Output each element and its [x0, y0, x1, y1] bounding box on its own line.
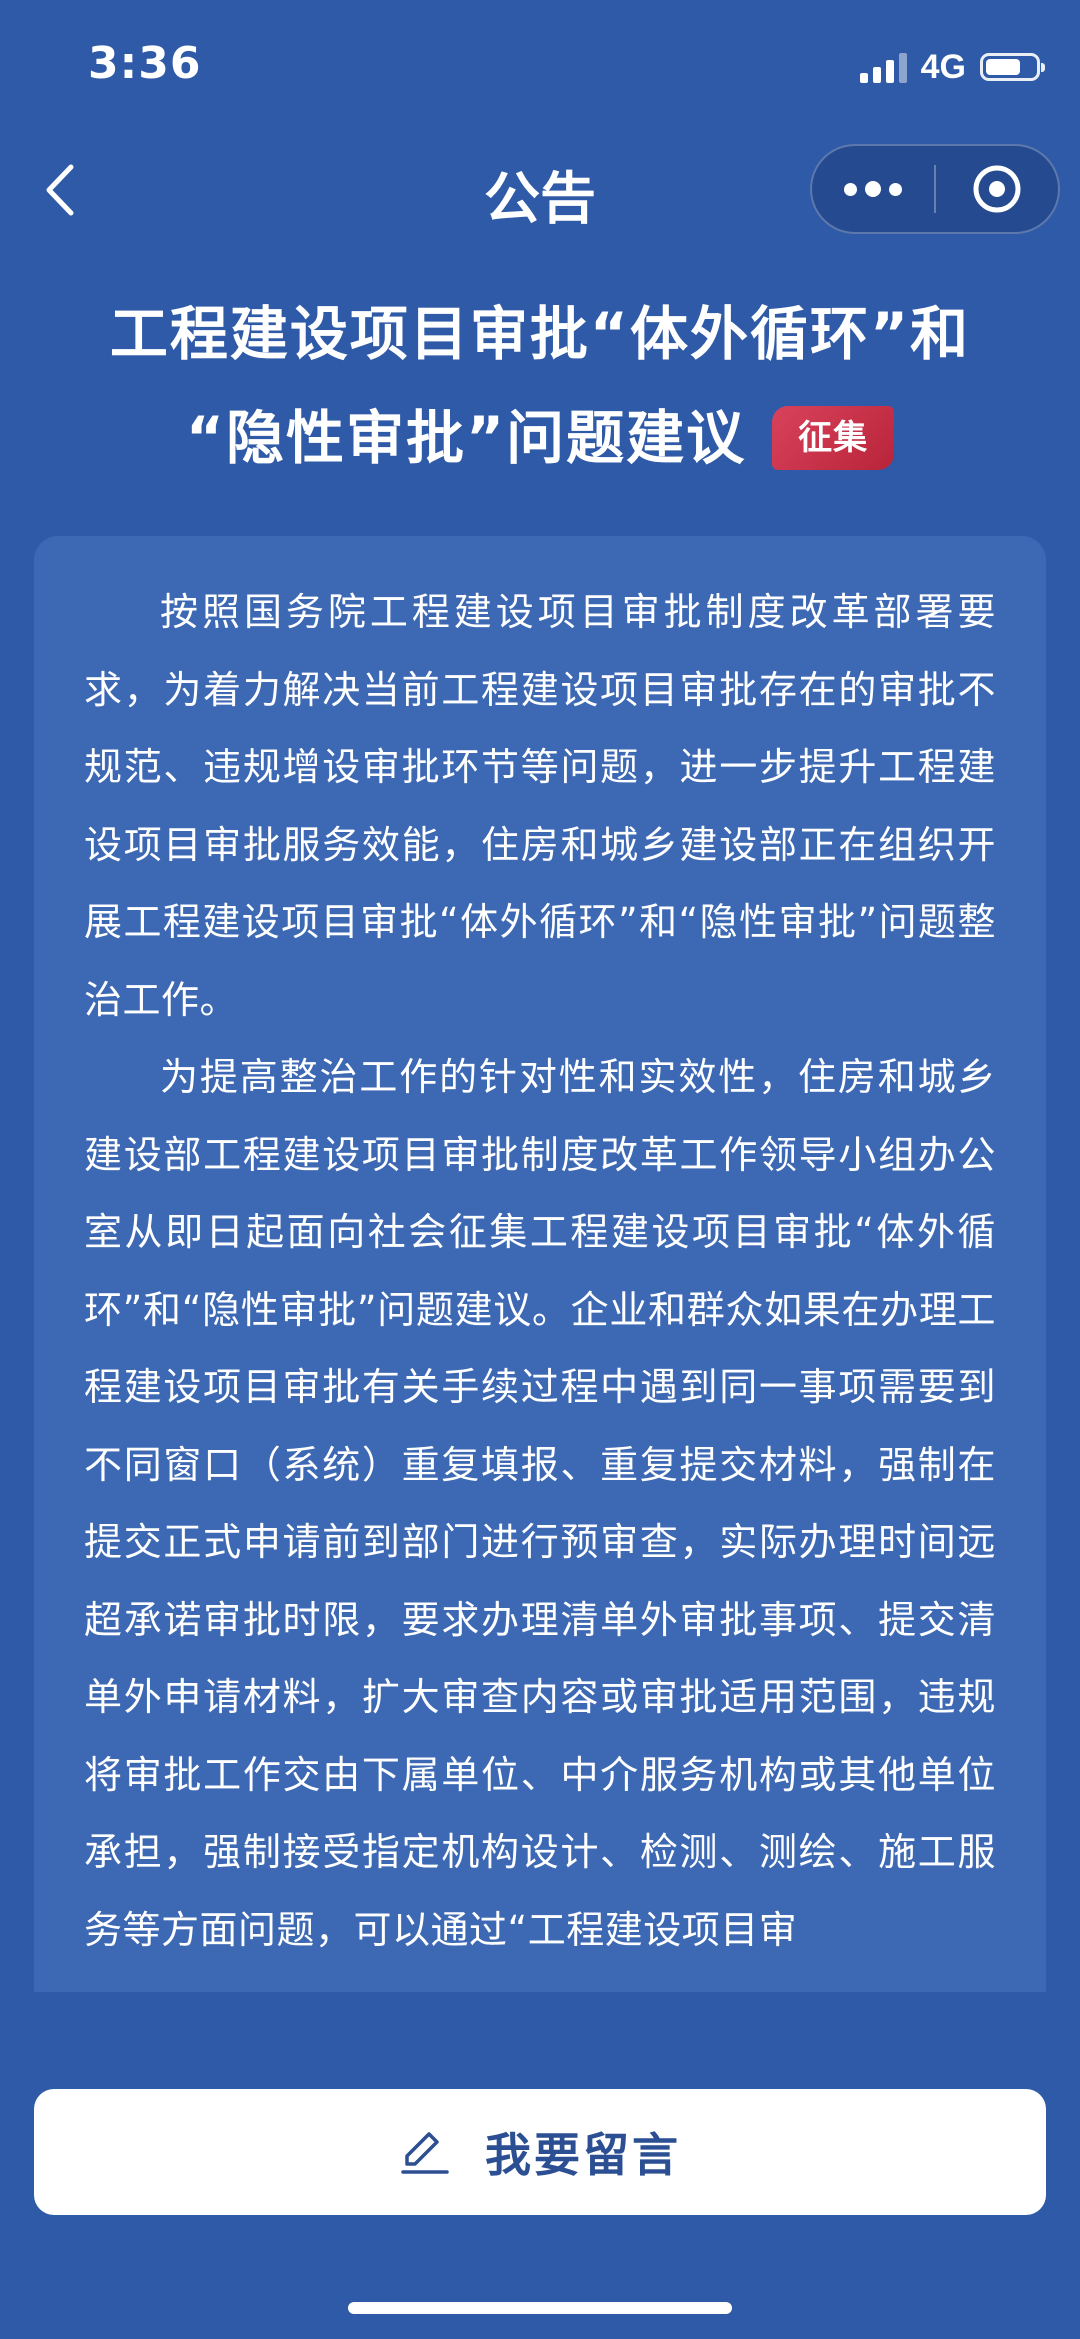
battery-icon: [980, 53, 1045, 81]
leave-comment-label: 我要留言: [485, 2128, 681, 2182]
signal-icon: [859, 51, 907, 83]
edit-icon: [401, 2132, 449, 2174]
leave-comment-button[interactable]: 我要留言: [34, 2089, 1046, 2215]
home-indicator[interactable]: [348, 2302, 732, 2314]
status-bar: 3:36 4G: [0, 0, 1080, 130]
article-body: 按照国务院工程建设项目审批制度改革部署要求，为着力解决当前工程建设项目审批存在的…: [34, 536, 1046, 1969]
close-miniprogram-button[interactable]: [936, 146, 1058, 232]
mini-program-capsule: [810, 144, 1060, 234]
tag-badge: 征集: [772, 406, 895, 470]
content-card[interactable]: 按照国务院工程建设项目审批制度改革部署要求，为着力解决当前工程建设项目审批存在的…: [34, 536, 1046, 1992]
more-icon: [844, 182, 857, 196]
status-time: 3:36: [88, 38, 202, 89]
status-icons: 4G: [859, 44, 1045, 90]
article-title-line-2-wrap: “隐性审批”问题建议 征集: [0, 386, 1080, 490]
article-title-line-1: 工程建设项目审批“体外循环”和: [109, 300, 971, 368]
article-paragraph: 按照国务院工程建设项目审批制度改革部署要求，为着力解决当前工程建设项目审批存在的…: [84, 590, 996, 1022]
article-paragraph: 为提高整治工作的针对性和实效性，住房和城乡建设部工程建设项目审批制度改革工作领导…: [84, 1055, 996, 1952]
article-heading: 工程建设项目审批“体外循环”和 “隐性审批”问题建议 征集: [0, 282, 1080, 490]
more-button[interactable]: [812, 146, 934, 232]
article-title-line-2: “隐性审批”问题建议: [185, 404, 747, 472]
nav-bar: 公告: [0, 130, 1080, 250]
target-icon: [973, 165, 1021, 213]
network-label: 4G: [920, 47, 966, 86]
